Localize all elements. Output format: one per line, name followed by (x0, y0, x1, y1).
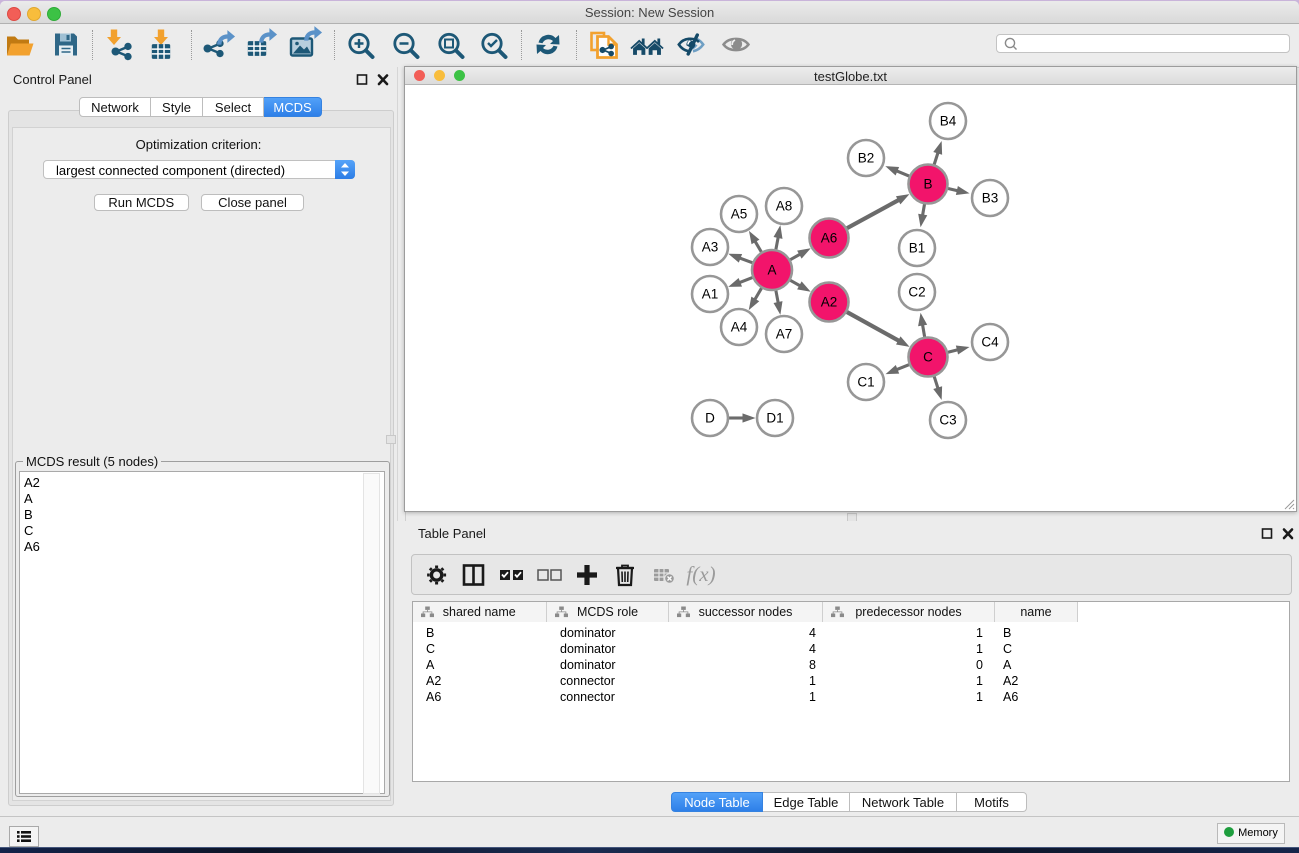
svg-text:B1: B1 (909, 240, 926, 255)
svg-text:B4: B4 (940, 113, 957, 128)
svg-text:C3: C3 (939, 412, 956, 427)
svg-text:A3: A3 (702, 239, 719, 254)
svg-text:B: B (923, 176, 932, 191)
svg-text:D: D (705, 410, 715, 425)
svg-text:B2: B2 (858, 150, 875, 165)
svg-text:f(x): f(x) (686, 562, 715, 586)
svg-text:A6: A6 (821, 230, 838, 245)
svg-text:B3: B3 (982, 190, 999, 205)
svg-text:C2: C2 (908, 284, 925, 299)
svg-text:A: A (767, 262, 776, 277)
svg-text:A5: A5 (731, 206, 748, 221)
svg-text:C1: C1 (857, 374, 874, 389)
svg-text:C4: C4 (981, 334, 999, 349)
svg-text:A7: A7 (776, 326, 793, 341)
svg-text:A2: A2 (821, 294, 838, 309)
svg-text:D1: D1 (766, 410, 783, 425)
svg-text:C: C (923, 349, 933, 364)
svg-text:A8: A8 (776, 198, 793, 213)
svg-text:A4: A4 (731, 319, 748, 334)
svg-text:A1: A1 (702, 286, 719, 301)
